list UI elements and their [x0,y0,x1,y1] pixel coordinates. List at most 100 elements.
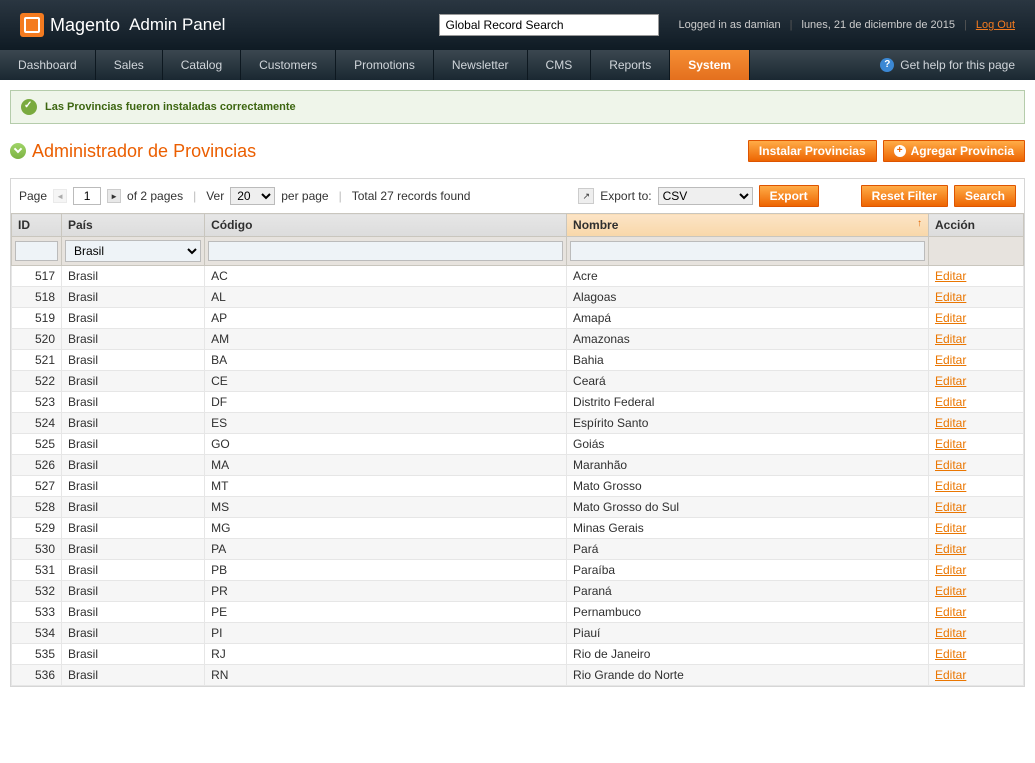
cell-codigo: ES [205,413,567,434]
table-row[interactable]: 536BrasilRNRio Grande do NorteEditar [12,665,1024,686]
nav-catalog[interactable]: Catalog [163,50,241,80]
filter-id-input[interactable] [15,241,58,261]
provincias-table: ID País Código Nombre ↑ Acción Brasil [11,213,1024,686]
logo[interactable]: Magento Admin Panel [20,13,225,37]
grid-toolbar: Page ◄ ► of 2 pages | Ver 20 per page | … [11,179,1024,213]
edit-link[interactable]: Editar [935,521,966,535]
col-header-id[interactable]: ID [12,214,62,237]
search-button[interactable]: Search [954,185,1016,207]
table-row[interactable]: 526BrasilMAMaranhãoEditar [12,455,1024,476]
nav-newsletter[interactable]: Newsletter [434,50,528,80]
edit-link[interactable]: Editar [935,647,966,661]
filter-accion-cell [929,237,1024,266]
col-header-pais[interactable]: País [62,214,205,237]
edit-link[interactable]: Editar [935,269,966,283]
table-row[interactable]: 530BrasilPAParáEditar [12,539,1024,560]
col-header-accion[interactable]: Acción [929,214,1024,237]
nav-cms[interactable]: CMS [528,50,592,80]
cell-codigo: RN [205,665,567,686]
cell-nombre: Alagoas [567,287,929,308]
table-row[interactable]: 517BrasilACAcreEditar [12,266,1024,287]
edit-link[interactable]: Editar [935,311,966,325]
filter-codigo-input[interactable] [208,241,563,261]
edit-link[interactable]: Editar [935,500,966,514]
edit-link[interactable]: Editar [935,563,966,577]
table-row[interactable]: 529BrasilMGMinas GeraisEditar [12,518,1024,539]
table-row[interactable]: 523BrasilDFDistrito FederalEditar [12,392,1024,413]
reset-filter-button[interactable]: Reset Filter [861,185,948,207]
cell-nombre: Rio Grande do Norte [567,665,929,686]
table-row[interactable]: 535BrasilRJRio de JaneiroEditar [12,644,1024,665]
cell-codigo: AC [205,266,567,287]
cell-pais: Brasil [62,581,205,602]
global-search-input[interactable] [439,14,659,36]
cell-accion: Editar [929,539,1024,560]
cell-pais: Brasil [62,413,205,434]
nav-dashboard[interactable]: Dashboard [0,50,96,80]
edit-link[interactable]: Editar [935,584,966,598]
nav-reports[interactable]: Reports [591,50,670,80]
filter-nombre-input[interactable] [570,241,925,261]
export-format-select[interactable]: CSV [658,187,753,205]
plus-icon: + [894,145,906,157]
brand-suffix: Admin Panel [129,15,225,35]
nav-system[interactable]: System [670,50,750,80]
edit-link[interactable]: Editar [935,353,966,367]
edit-link[interactable]: Editar [935,668,966,682]
nav-sales[interactable]: Sales [96,50,163,80]
table-row[interactable]: 524BrasilESEspírito SantoEditar [12,413,1024,434]
page-input[interactable] [73,187,101,205]
cell-nombre: Paraíba [567,560,929,581]
table-row[interactable]: 518BrasilALAlagoasEditar [12,287,1024,308]
table-row[interactable]: 527BrasilMTMato GrossoEditar [12,476,1024,497]
edit-link[interactable]: Editar [935,290,966,304]
edit-link[interactable]: Editar [935,437,966,451]
table-row[interactable]: 534BrasilPIPiauíEditar [12,623,1024,644]
cell-pais: Brasil [62,287,205,308]
nav-customers[interactable]: Customers [241,50,336,80]
cell-accion: Editar [929,266,1024,287]
col-header-codigo[interactable]: Código [205,214,567,237]
table-row[interactable]: 522BrasilCECearáEditar [12,371,1024,392]
cell-id: 519 [12,308,62,329]
table-row[interactable]: 525BrasilGOGoiásEditar [12,434,1024,455]
edit-link[interactable]: Editar [935,416,966,430]
cell-nombre: Mato Grosso do Sul [567,497,929,518]
table-row[interactable]: 531BrasilPBParaíbaEditar [12,560,1024,581]
add-provincia-button[interactable]: + Agregar Provincia [883,140,1025,162]
table-row[interactable]: 533BrasilPEPernambucoEditar [12,602,1024,623]
filter-pais-select[interactable]: Brasil [65,240,201,262]
cell-codigo: AM [205,329,567,350]
install-provincias-button[interactable]: Instalar Provincias [748,140,877,162]
table-row[interactable]: 520BrasilAMAmazonasEditar [12,329,1024,350]
cell-nombre: Paraná [567,581,929,602]
table-row[interactable]: 532BrasilPRParanáEditar [12,581,1024,602]
col-header-nombre[interactable]: Nombre ↑ [567,214,929,237]
prev-page-button[interactable]: ◄ [53,189,67,203]
help-link[interactable]: ? Get help for this page [880,50,1035,80]
edit-link[interactable]: Editar [935,542,966,556]
page-size-select[interactable]: 20 [230,187,275,205]
edit-link[interactable]: Editar [935,458,966,472]
edit-link[interactable]: Editar [935,479,966,493]
cell-id: 521 [12,350,62,371]
nav-promotions[interactable]: Promotions [336,50,434,80]
export-button[interactable]: Export [759,185,819,207]
cell-pais: Brasil [62,266,205,287]
table-row[interactable]: 528BrasilMSMato Grosso do SulEditar [12,497,1024,518]
success-icon [21,99,37,115]
edit-link[interactable]: Editar [935,374,966,388]
cell-accion: Editar [929,329,1024,350]
logout-link[interactable]: Log Out [976,19,1015,31]
next-page-button[interactable]: ► [107,189,121,203]
cell-nombre: Acre [567,266,929,287]
table-row[interactable]: 521BrasilBABahiaEditar [12,350,1024,371]
cell-accion: Editar [929,371,1024,392]
of-pages-label: of 2 pages [127,189,183,203]
edit-link[interactable]: Editar [935,332,966,346]
edit-link[interactable]: Editar [935,395,966,409]
edit-link[interactable]: Editar [935,605,966,619]
edit-link[interactable]: Editar [935,626,966,640]
cell-codigo: PB [205,560,567,581]
table-row[interactable]: 519BrasilAPAmapáEditar [12,308,1024,329]
